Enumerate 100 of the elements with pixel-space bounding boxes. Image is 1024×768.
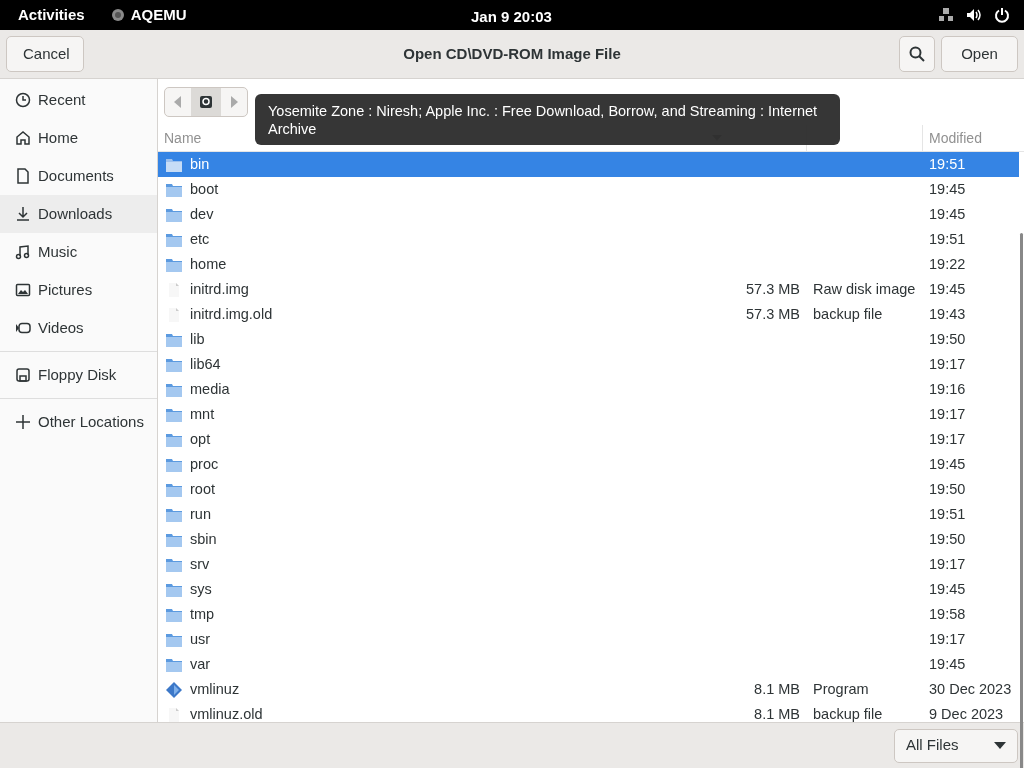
file-type: Raw disk image <box>813 280 916 297</box>
home-icon <box>15 130 31 146</box>
file-row[interactable]: var 19:45 <box>158 652 1019 677</box>
folder-icon <box>166 457 182 472</box>
file-modified: 19:17 <box>929 630 966 647</box>
file-modified: 19:45 <box>929 580 966 597</box>
file-modified: 19:51 <box>929 505 966 522</box>
open-button[interactable]: Open <box>941 36 1018 72</box>
picture-icon <box>15 282 31 298</box>
folder-icon <box>166 557 182 572</box>
file-name: mnt <box>190 404 215 424</box>
diamond-icon <box>166 681 182 698</box>
file-row[interactable]: sys 19:45 <box>158 577 1019 602</box>
file-row[interactable]: proc 19:45 <box>158 452 1019 477</box>
sidebar-item[interactable]: Home <box>0 119 157 157</box>
file-modified: 19:22 <box>929 255 966 272</box>
sidebar-item[interactable]: Documents <box>0 157 157 195</box>
volume-icon[interactable] <box>966 7 982 23</box>
network-icon[interactable] <box>938 7 954 23</box>
file-icon <box>166 281 182 298</box>
file-row[interactable]: vmlinuz 8.1 MB Program 30 Dec 2023 <box>158 677 1019 702</box>
folder-icon <box>166 332 182 347</box>
file-row[interactable]: opt 19:17 <box>158 427 1019 452</box>
folder-icon <box>166 507 182 522</box>
folder-icon <box>166 607 182 622</box>
file-row[interactable]: lib 19:50 <box>158 327 1019 352</box>
file-row[interactable]: boot 19:45 <box>158 177 1019 202</box>
file-modified: 19:17 <box>929 430 966 447</box>
file-name: vmlinuz <box>190 679 240 699</box>
activities-button[interactable]: Activities <box>18 3 85 27</box>
sidebar-item[interactable]: Floppy Disk <box>0 356 157 394</box>
file-row[interactable]: home 19:22 <box>158 252 1019 277</box>
file-modified: 19:17 <box>929 405 966 422</box>
file-type: Program <box>813 680 869 697</box>
folder-icon <box>166 257 182 272</box>
file-row[interactable]: initrd.img.old 57.3 MB backup file 19:43 <box>158 302 1019 327</box>
file-name: opt <box>190 429 211 449</box>
file-row[interactable]: mnt 19:17 <box>158 402 1019 427</box>
cancel-button[interactable]: Cancel <box>6 36 84 72</box>
right-arrow-icon <box>230 96 238 108</box>
file-row[interactable]: bin 19:51 <box>158 152 1019 177</box>
drive-button[interactable] <box>191 88 221 116</box>
file-type: backup file <box>813 705 883 722</box>
file-size: 8.1 MB <box>754 705 800 722</box>
file-modified: 19:50 <box>929 530 966 547</box>
filter-dropdown[interactable]: All Files <box>894 728 1018 763</box>
sidebar-item[interactable]: Videos <box>0 309 157 347</box>
file-icon <box>166 306 182 323</box>
file-row[interactable]: root 19:50 <box>158 477 1019 502</box>
sidebar-item[interactable]: Music <box>0 233 157 271</box>
folder-icon <box>166 182 182 197</box>
file-row[interactable]: media 19:16 <box>158 377 1019 402</box>
file-name: bin <box>190 154 210 174</box>
folder-icon <box>166 232 182 247</box>
file-modified: 19:51 <box>929 230 966 247</box>
file-name: vmlinuz.old <box>190 704 263 722</box>
search-button[interactable] <box>899 36 935 72</box>
scrollbar[interactable] <box>1020 233 1023 768</box>
file-row[interactable]: dev 19:45 <box>158 202 1019 227</box>
sidebar-item[interactable]: Pictures <box>0 271 157 309</box>
folder-icon <box>166 532 182 547</box>
file-modified: 19:45 <box>929 180 966 197</box>
folder-icon <box>166 657 182 672</box>
file-modified: 19:16 <box>929 380 966 397</box>
sidebar-item[interactable]: Recent <box>0 81 157 119</box>
sidebar-item[interactable]: Downloads <box>0 195 157 233</box>
plus-icon <box>15 414 31 430</box>
file-row[interactable]: lib64 19:17 <box>158 352 1019 377</box>
app-menu[interactable]: AQEMU <box>130 3 187 27</box>
file-row[interactable]: initrd.img 57.3 MB Raw disk image 19:45 <box>158 277 1019 302</box>
folder-icon <box>166 357 182 372</box>
file-modified: 19:45 <box>929 455 966 472</box>
file-row[interactable]: vmlinuz.old 8.1 MB backup file 9 Dec 2023 <box>158 702 1019 722</box>
file-name: proc <box>190 454 219 474</box>
power-icon[interactable] <box>994 7 1010 23</box>
caret-icon <box>994 742 1006 749</box>
clock[interactable]: Jan 9 20:03 <box>471 6 552 29</box>
file-modified: 19:50 <box>929 480 966 497</box>
file-row[interactable]: run 19:51 <box>158 502 1019 527</box>
file-name: srv <box>190 554 210 574</box>
file-name: tmp <box>190 604 215 624</box>
tooltip: Yosemite Zone : Niresh; Apple Inc. : Free Download, Borrow, and Streaming : Internet Archive <box>255 94 840 145</box>
folder-icon <box>166 632 182 647</box>
file-modified: 19:58 <box>929 605 966 622</box>
drive-icon <box>199 95 213 109</box>
file-modified: 19:51 <box>929 155 966 172</box>
file-size: 57.3 MB <box>746 280 800 297</box>
folder-icon <box>166 432 182 447</box>
file-row[interactable]: etc 19:51 <box>158 227 1019 252</box>
file-modified: 19:45 <box>929 205 966 222</box>
file-row[interactable]: srv 19:17 <box>158 552 1019 577</box>
file-name: boot <box>190 179 219 199</box>
folder-icon <box>166 382 182 397</box>
file-row[interactable]: usr 19:17 <box>158 627 1019 652</box>
sidebar-item[interactable]: Other Locations <box>0 403 157 441</box>
file-row[interactable]: sbin 19:50 <box>158 527 1019 552</box>
file-row[interactable]: tmp 19:58 <box>158 602 1019 627</box>
file-name: run <box>190 504 211 524</box>
file-modified: 19:45 <box>929 655 966 672</box>
download-icon <box>15 206 31 222</box>
